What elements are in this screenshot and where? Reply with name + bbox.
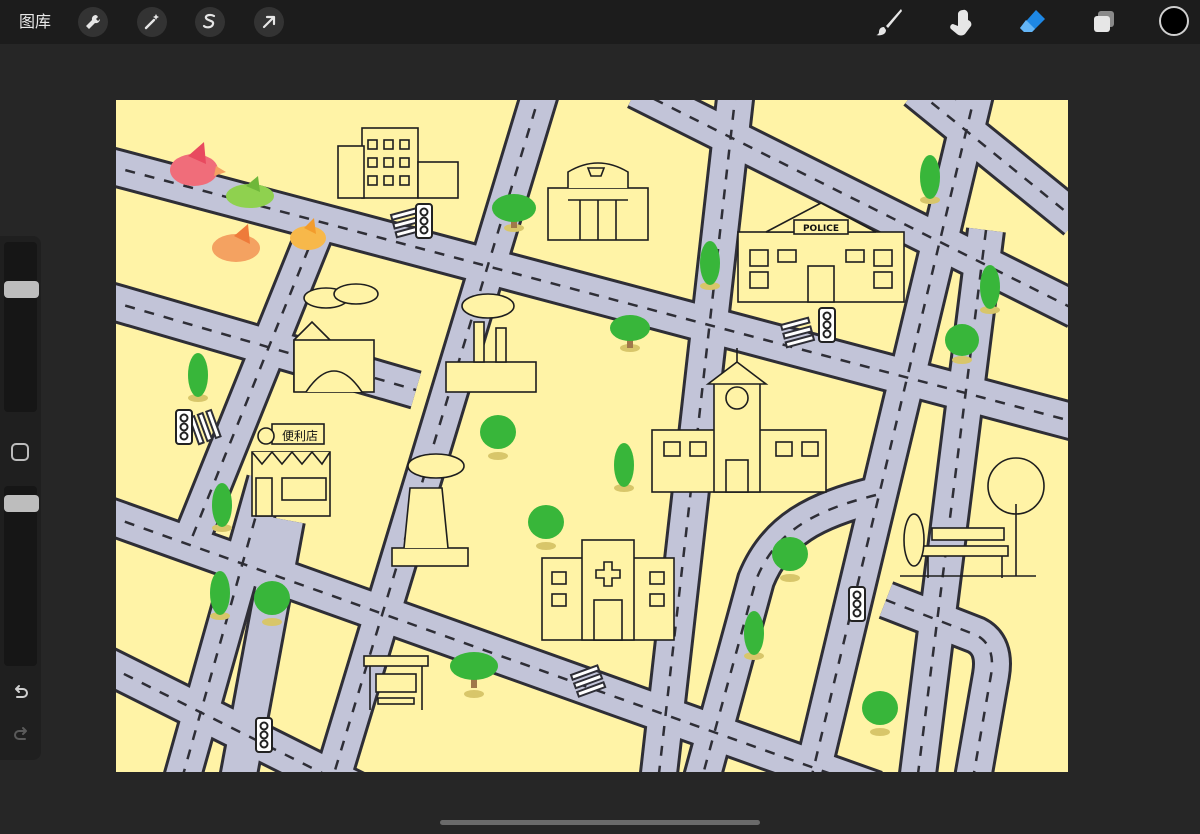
actions-button[interactable] <box>78 7 108 37</box>
top-toolbar: 图库 <box>0 0 1200 44</box>
brush-tool-button[interactable] <box>870 4 906 40</box>
eraser-icon <box>1020 10 1045 32</box>
brush-size-slider[interactable] <box>4 242 37 412</box>
wrench-icon <box>86 14 101 29</box>
smudge-icon <box>950 9 972 36</box>
drawing-canvas[interactable]: POLICE 便利店 <box>116 100 1068 772</box>
home-indicator <box>440 820 760 825</box>
smudge-tool-button[interactable] <box>943 4 979 40</box>
selection-icon <box>202 13 216 29</box>
opacity-knob[interactable] <box>4 495 39 512</box>
transform-arrow-icon <box>262 15 276 29</box>
undo-button[interactable] <box>8 680 34 706</box>
eraser-tool-button[interactable] <box>1015 4 1051 40</box>
color-picker-button[interactable] <box>1159 6 1189 36</box>
transform-button[interactable] <box>254 7 284 37</box>
police-sign-text: POLICE <box>803 224 839 234</box>
gallery-button[interactable]: 图库 <box>19 12 51 32</box>
modify-button[interactable] <box>11 443 29 461</box>
store-sign-text: 便利店 <box>282 429 318 443</box>
layers-icon <box>1094 11 1114 32</box>
adjustments-button[interactable] <box>137 7 167 37</box>
undo-icon <box>15 685 28 698</box>
redo-button[interactable] <box>8 722 34 748</box>
magic-wand-icon <box>144 14 159 30</box>
opacity-slider[interactable] <box>4 486 37 666</box>
brush-icon <box>876 9 902 36</box>
left-sidebar <box>0 236 41 760</box>
redo-icon <box>14 727 27 740</box>
layers-button[interactable] <box>1086 4 1122 40</box>
brush-size-knob[interactable] <box>4 281 39 298</box>
selection-button[interactable] <box>195 7 225 37</box>
